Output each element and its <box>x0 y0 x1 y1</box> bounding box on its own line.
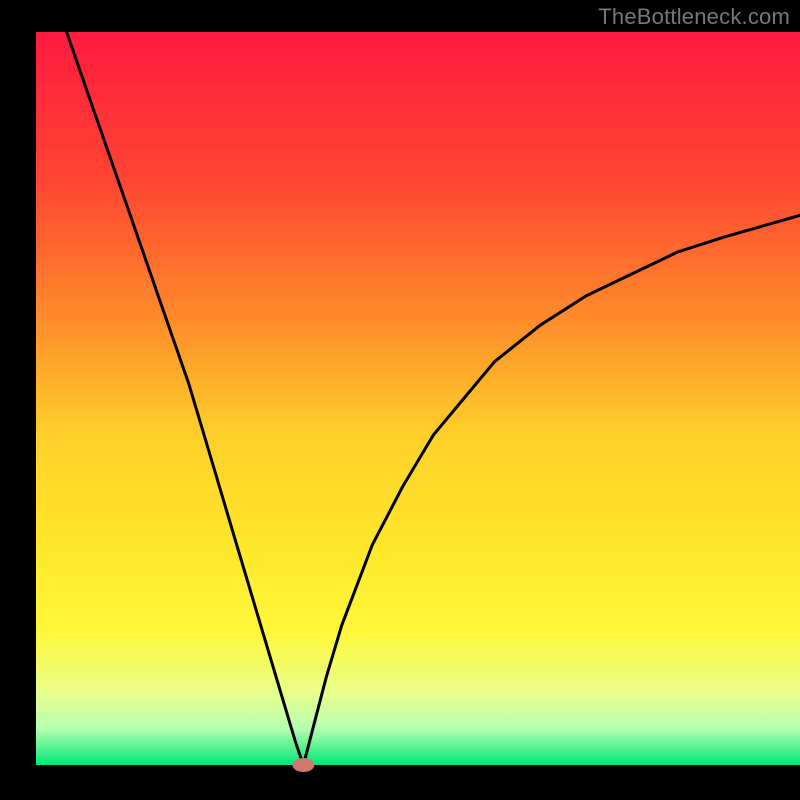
chart-background-gradient <box>36 32 800 765</box>
chart-frame: TheBottleneck.com <box>0 0 800 800</box>
bottleneck-chart <box>0 0 800 800</box>
optimum-marker <box>292 758 314 772</box>
watermark-text: TheBottleneck.com <box>598 4 790 30</box>
